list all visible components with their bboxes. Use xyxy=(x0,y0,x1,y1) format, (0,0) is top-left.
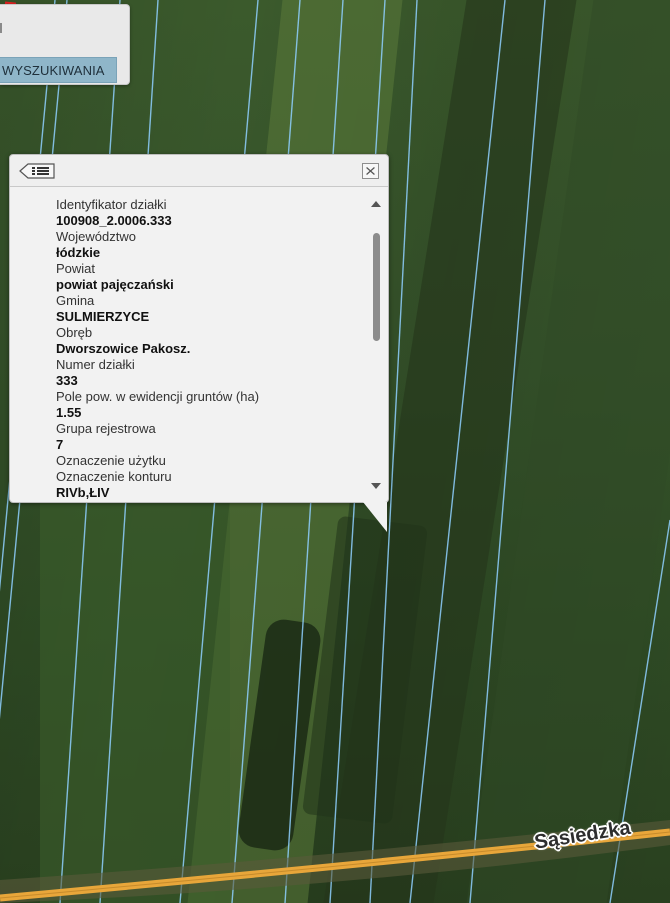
parcel-info-popup: Identyfikator działki 100908_2.0006.333 … xyxy=(9,154,389,503)
popup-pointer xyxy=(363,502,387,532)
field-register-group: Grupa rejestrowa 7 xyxy=(10,421,368,453)
field-value: RIVb,ŁIV xyxy=(56,485,110,500)
field-value: 333 xyxy=(56,373,78,388)
field-label: Oznaczenie użytku xyxy=(56,453,166,468)
field-parcel-number: Numer działki 333 xyxy=(10,357,368,389)
panel-edge-mark xyxy=(0,23,2,33)
field-label: Obręb xyxy=(56,325,93,340)
scroll-down-arrow-icon[interactable] xyxy=(370,481,382,491)
field-label: Gmina xyxy=(56,293,95,308)
field-value: powiat pajęczański xyxy=(56,277,174,292)
field-label: Województwo xyxy=(56,229,136,244)
field-value: łódzkie xyxy=(56,245,101,260)
popup-content: Identyfikator działki 100908_2.0006.333 … xyxy=(10,187,368,503)
field-precinct: Obręb Dworszowice Pakosz. xyxy=(10,325,368,357)
list-back-icon[interactable] xyxy=(19,163,55,179)
popup-header xyxy=(10,155,388,187)
field-value: SULMIERZYCE xyxy=(56,309,150,324)
scroll-thumb[interactable] xyxy=(373,233,380,341)
field-area: Pole pow. w ewidencji gruntów (ha) 1.55 xyxy=(10,389,368,421)
field-county: Powiat powiat pajęczański xyxy=(10,261,368,293)
field-label: Oznaczenie konturu xyxy=(56,469,172,484)
scroll-up-arrow-icon[interactable] xyxy=(370,199,382,209)
field-parcel-id: Identyfikator działki 100908_2.0006.333 xyxy=(10,197,368,229)
field-value: 7 xyxy=(56,437,64,452)
search-button[interactable]: WYSZUKIWANIA xyxy=(0,57,117,83)
search-panel: WYSZUKIWANIA xyxy=(0,4,130,85)
field-label: Numer działki xyxy=(56,357,135,372)
field-label: Pole pow. w ewidencji gruntów (ha) xyxy=(56,389,260,404)
popup-scrollbar[interactable] xyxy=(370,197,382,493)
field-commune: Gmina SULMIERZYCE xyxy=(10,293,368,325)
field-label: Identyfikator działki xyxy=(56,197,167,212)
attribute-list: Identyfikator działki 100908_2.0006.333 … xyxy=(10,197,368,501)
field-land-use: Oznaczenie użytku xyxy=(10,453,368,469)
field-label: Powiat xyxy=(56,261,96,276)
field-value: 100908_2.0006.333 xyxy=(56,213,172,228)
field-contour: Oznaczenie konturu RIVb,ŁIV xyxy=(10,469,368,501)
close-icon[interactable] xyxy=(362,163,379,179)
field-voivodeship: Województwo łódzkie xyxy=(10,229,368,261)
field-label: Grupa rejestrowa xyxy=(56,421,156,436)
field-value: Dworszowice Pakosz. xyxy=(56,341,191,356)
field-value: 1.55 xyxy=(56,405,82,420)
